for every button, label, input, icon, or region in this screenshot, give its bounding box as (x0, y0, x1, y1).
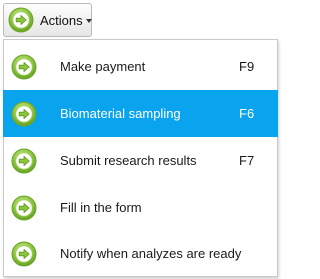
arrow-right-circle-icon (8, 7, 34, 33)
screen: Actions Make payment F9 Biomaterial samp… (0, 0, 280, 279)
menu-item-label: Submit research results (60, 153, 197, 168)
menu-item-shortcut: F9 (239, 59, 255, 74)
arrow-right-circle-icon (11, 101, 37, 127)
menu-item-label: Notify when analyzes are ready (60, 246, 242, 261)
menu-item-label: Biomaterial sampling (60, 106, 181, 121)
arrow-right-circle-icon (11, 195, 37, 221)
menu-item-label: Make payment (60, 59, 146, 74)
actions-menu: Make payment F9 Biomaterial sampling F6 … (3, 39, 278, 277)
menu-item-label: Fill in the form (60, 200, 142, 215)
menu-item-shortcut: F6 (239, 106, 255, 121)
actions-button-label: Actions (40, 12, 83, 28)
menu-item-shortcut: F7 (239, 153, 255, 168)
arrow-right-circle-icon (11, 241, 37, 267)
menu-item-make-payment[interactable]: Make payment F9 (4, 43, 277, 90)
menu-item-submit-research-results[interactable]: Submit research results F7 (4, 137, 277, 184)
menu-item-fill-in-the-form[interactable]: Fill in the form (4, 184, 277, 231)
actions-button[interactable]: Actions (3, 3, 92, 37)
arrow-right-circle-icon (11, 148, 37, 174)
arrow-right-circle-icon (11, 54, 37, 80)
menu-item-biomaterial-sampling[interactable]: Biomaterial sampling F6 (3, 90, 278, 137)
menu-item-notify-when-analyzes-ready[interactable]: Notify when analyzes are ready (4, 230, 277, 277)
caret-down-icon (85, 19, 92, 23)
